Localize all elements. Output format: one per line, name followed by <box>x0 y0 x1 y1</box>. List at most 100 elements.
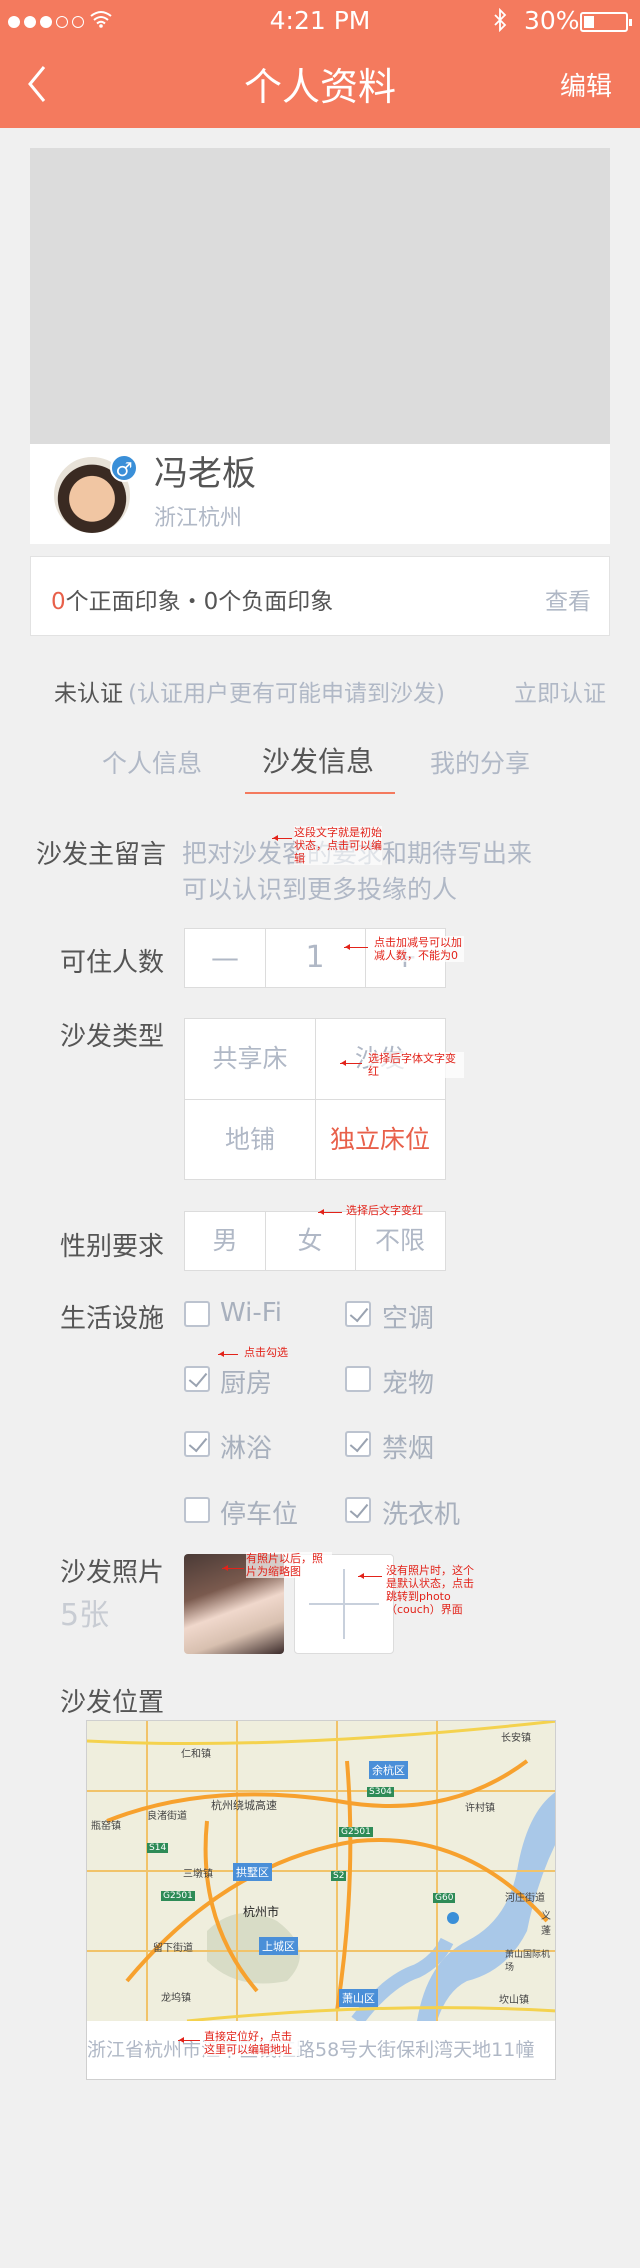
annotation-arrow <box>344 944 368 950</box>
facility-ac-checkbox[interactable] <box>345 1301 371 1327</box>
annotation-type: 选择后字体文字变红 <box>368 1052 464 1078</box>
gender-label: 性别要求 <box>60 1232 165 1262</box>
facility-shower-checkbox[interactable] <box>184 1431 210 1457</box>
map-label: 龙坞镇 <box>161 1993 191 2004</box>
annotation-arrow <box>222 1565 244 1571</box>
impressions-bar[interactable]: 0个正面印象・0个负面印象 查看 <box>30 556 610 636</box>
photos-count: 5张 <box>60 1598 110 1633</box>
location-label: 沙发位置 <box>60 1688 165 1718</box>
annotation-arrow <box>358 1573 382 1579</box>
map-card[interactable]: 仁和镇 余杭区 杭州绕城高速 良渚街道 瓶窑镇 S304 G2501 许村镇 长… <box>86 1720 556 2080</box>
map-label: S14 <box>147 1843 169 1853</box>
gender-female-option[interactable]: 女 <box>265 1212 355 1270</box>
guests-value: 1 <box>305 940 325 975</box>
facility-washer-label: 洗衣机 <box>382 1500 461 1530</box>
map-label: 留下街道 <box>153 1943 193 1954</box>
message-line-2[interactable]: 可以认识到更多投缘的人 <box>182 870 457 906</box>
map-label: 余杭区 <box>369 1761 408 1779</box>
facility-shower-label: 淋浴 <box>220 1434 273 1464</box>
map-address-bar[interactable]: 浙江省杭州市江干区钱江路58号大街保利湾天地11幢 <box>87 2021 555 2079</box>
facility-parking-checkbox[interactable] <box>184 1497 210 1523</box>
profile-location: 浙江杭州 <box>154 506 243 531</box>
map-label: 许村镇 <box>465 1803 495 1814</box>
facility-kitchen-label: 厨房 <box>220 1369 273 1399</box>
battery-icon <box>580 12 632 32</box>
map-label: G2501 <box>339 1827 373 1837</box>
facility-nosmoking-checkbox[interactable] <box>345 1431 371 1457</box>
map-label: G2501 <box>161 1891 195 1901</box>
male-icon: ♂ <box>110 454 138 482</box>
photos-label: 沙发照片 <box>60 1558 165 1588</box>
facility-ac-label: 空调 <box>382 1304 435 1334</box>
map-label: 三墩镇 <box>183 1869 213 1880</box>
sofa-type-grid: 共享床 沙发 地铺 独立床位 <box>184 1018 446 1180</box>
gender-male-option[interactable]: 男 <box>185 1212 265 1270</box>
verify-now-link[interactable]: 立即认证 <box>514 674 606 708</box>
annotation-arrow <box>272 835 292 841</box>
facility-wifi-checkbox[interactable] <box>184 1301 210 1327</box>
sofa-type-private-bed[interactable]: 独立床位 <box>315 1100 445 1180</box>
annotation-arrow <box>318 1209 342 1215</box>
guests-minus-button[interactable]: — <box>185 929 265 987</box>
map-label: 上城区 <box>259 1937 298 1955</box>
impressions-text: 0个正面印象・0个负面印象 <box>51 582 333 616</box>
facilities-label: 生活设施 <box>60 1304 165 1334</box>
map-label: S2 <box>331 1871 347 1881</box>
tab-active-indicator <box>245 792 395 794</box>
edit-button[interactable]: 编辑 <box>560 66 612 103</box>
annotation-facility: 点击勾选 <box>244 1346 288 1359</box>
map-label: 河庄街道 <box>505 1893 545 1904</box>
status-bar: 4:21 PM 30% <box>0 0 640 40</box>
cover-image[interactable] <box>30 148 610 444</box>
view-impressions-link[interactable]: 查看 <box>545 582 591 616</box>
map-label: 萧山区 <box>339 1989 378 2007</box>
annotation-message: 这段文字就是初始状态，点击可以编辑 <box>294 826 382 865</box>
profile-name: 冯老板 <box>154 454 256 494</box>
tab-my-share[interactable]: 我的分享 <box>430 744 530 780</box>
map-label: 仁和镇 <box>181 1749 211 1760</box>
map-label: 拱墅区 <box>233 1863 272 1881</box>
map-label: 杭州市 <box>243 1905 280 1919</box>
sofa-type-shared-bed[interactable]: 共享床 <box>185 1019 315 1099</box>
map-label: 良渚街道 <box>147 1811 187 1822</box>
tab-personal-info[interactable]: 个人信息 <box>102 744 202 780</box>
map-label: 杭州绕城高速 <box>211 1799 277 1812</box>
sofa-type-floor[interactable]: 地铺 <box>185 1100 315 1180</box>
map-label: 坎山镇 <box>499 1995 529 2006</box>
annotation-photo-after: 有照片以后，照片为缩略图 <box>246 1552 332 1578</box>
facility-kitchen-checkbox[interactable] <box>184 1366 210 1392</box>
annotation-arrow <box>218 1351 238 1357</box>
verify-hint: (认证用户更有可能申请到沙发) <box>128 681 445 707</box>
tab-sofa-info[interactable]: 沙发信息 <box>262 740 374 780</box>
map-label: 萧山国际机场 <box>505 1950 551 1973</box>
page-title: 个人资料 <box>243 65 396 109</box>
map-label: 长安镇 <box>501 1733 531 1744</box>
facility-nosmoking-label: 禁烟 <box>382 1434 435 1464</box>
annotation-arrow <box>178 2037 200 2043</box>
annotation-map: 直接定位好，点击这里可以编辑地址 <box>204 2030 300 2056</box>
map-address-text[interactable]: 浙江省杭州市江干区钱江路58号大街保利湾天地11幢 <box>87 2035 534 2062</box>
annotation-photo-none: 没有照片时，这个是默认状态，点击跳转到photo（couch）界面 <box>386 1564 474 1616</box>
annotation-arrow <box>340 1060 362 1066</box>
facility-washer-checkbox[interactable] <box>345 1497 371 1523</box>
annotation-gender: 选择后文字变红 <box>346 1204 423 1217</box>
guests-label: 可住人数 <box>60 948 165 978</box>
facility-pets-checkbox[interactable] <box>345 1366 371 1392</box>
battery-percent: 30% <box>524 6 580 35</box>
bluetooth-icon <box>494 8 507 32</box>
map-label: S304 <box>367 1787 394 1797</box>
gender-selector: 男 女 不限 <box>184 1211 446 1271</box>
verify-status: 未认证 <box>54 681 123 707</box>
sofa-type-label: 沙发类型 <box>60 1022 165 1052</box>
map-image[interactable] <box>87 1721 556 2021</box>
positive-count: 0 <box>51 589 66 615</box>
map-label: G60 <box>433 1893 456 1903</box>
nav-bar: 4:21 PM 30% 个人资料 编辑 <box>0 0 640 128</box>
message-label: 沙发主留言 <box>36 840 167 870</box>
facility-pets-label: 宠物 <box>382 1369 435 1399</box>
facility-parking-label: 停车位 <box>220 1500 299 1530</box>
negative-text: 0个负面印象 <box>203 589 334 615</box>
annotation-guests: 点击加减号可以加减人数，不能为0 <box>374 936 464 962</box>
map-label: 瓶窑镇 <box>91 1821 121 1832</box>
gender-any-option[interactable]: 不限 <box>355 1212 445 1270</box>
